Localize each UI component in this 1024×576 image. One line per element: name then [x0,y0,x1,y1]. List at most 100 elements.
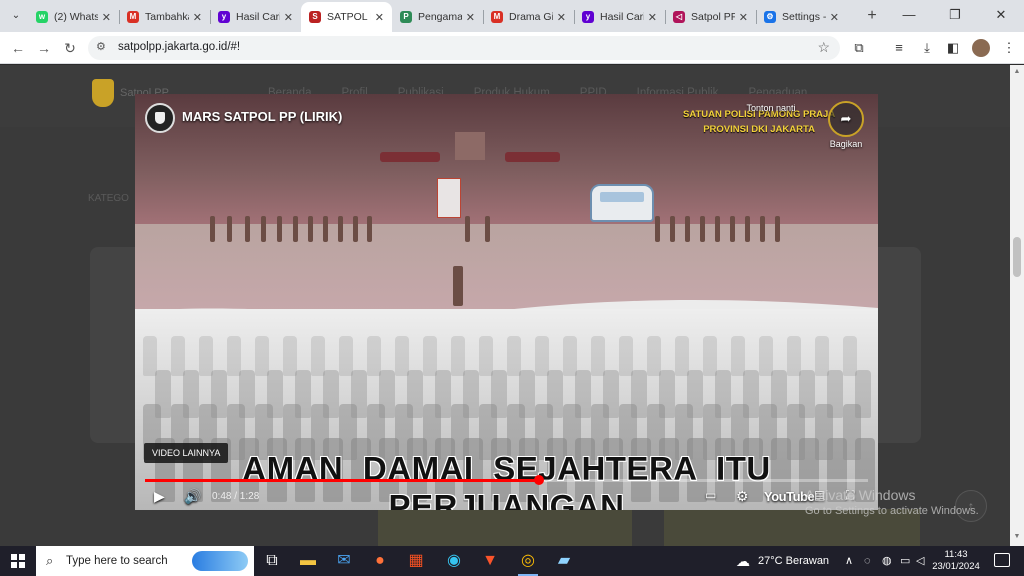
clock-time: 11:43 [944,549,968,560]
browser-tab[interactable]: ⚙ Settings - ✕ [756,2,847,32]
scroll-thumb[interactable] [1013,237,1021,277]
video-title[interactable]: MARS SATPOL PP (LIRIK) [182,109,342,124]
tab-favicon-icon: y [582,11,594,23]
tray-chevron-icon[interactable]: ∧ [845,546,853,576]
browser-tab[interactable]: S SATPOL P ✕ [301,2,392,32]
system-clock[interactable]: 11:43 23/01/2024 [930,549,982,573]
notification-icon[interactable] [994,553,1010,567]
side-panel-icon[interactable]: ◧ [944,39,962,57]
volume-tray-icon[interactable]: ◁ [916,546,924,576]
firefox-icon[interactable]: ● [362,546,398,576]
soldier-figure [227,216,232,242]
clock-date: 23/01/2024 [932,561,980,572]
settings-gear-icon[interactable]: ⚙ [736,488,749,505]
troop-figure [339,336,353,376]
forward-button[interactable]: → [34,38,54,58]
browser-tab[interactable]: M Tambahka ✕ [119,2,210,32]
downloads-icon[interactable]: ⤓ [918,39,936,57]
browser-tab[interactable]: w (2) Whats ✕ [28,2,119,32]
troop-figure [731,336,745,376]
troop-figure [367,336,381,376]
app-icon[interactable]: ▰ [546,546,582,576]
media-control-icon[interactable]: ≡ [890,39,908,57]
search-icon: ⌕ [46,553,54,568]
battery-icon[interactable]: ▭ [900,546,910,576]
menu-icon[interactable]: ⋮ [1000,39,1018,57]
troop-figure [479,336,493,376]
tab-search-button[interactable]: ⌄ [6,6,26,26]
channel-logo[interactable] [145,103,175,133]
extensions-icon[interactable]: ⧉ [850,39,868,57]
store-icon[interactable]: ▦ [398,546,434,576]
mail-icon[interactable]: ✉ [326,546,362,576]
page-scrollbar[interactable]: ▲ ▼ [1010,65,1024,546]
browser-tab[interactable]: P Pengama ✕ [392,2,483,32]
browser-toolbar: ← → ↻ ⚙ satpolpp.jakarta.go.id/#! ☆ ⧉ ≡ … [0,32,1024,64]
edge-icon[interactable]: ◉ [436,546,472,576]
profile-avatar[interactable] [972,39,990,57]
scroll-down-arrow[interactable]: ▼ [1012,533,1022,540]
troop-figure [815,336,829,376]
location-icon[interactable]: ◍ [882,546,892,576]
browser-tab[interactable]: y Hasil Cari ✕ [574,2,665,32]
brave-icon[interactable]: ▼ [472,546,508,576]
site-info-icon[interactable]: ⚙ [96,40,106,53]
subtitles-icon[interactable]: ▭ [705,488,716,502]
video-progress-bar[interactable] [145,475,868,485]
tab-close-icon[interactable]: ✕ [193,11,202,24]
troop-figure [507,336,521,376]
play-icon[interactable]: ▶ [154,488,165,505]
soldier-figure [685,216,690,242]
soldier-figure [323,216,328,242]
soldier-figure [670,216,675,242]
tab-close-icon[interactable]: ✕ [102,11,111,24]
browser-tab[interactable]: ◁ Satpol PP ✕ [665,2,756,32]
browser-tab[interactable]: M Drama Gi ✕ [483,2,574,32]
tab-close-icon[interactable]: ✕ [830,11,839,24]
start-button[interactable] [0,546,36,576]
tab-favicon-icon: M [127,11,139,23]
new-tab-button[interactable]: + [862,6,882,26]
network-icon[interactable]: ◌ [864,546,871,576]
troop-figure [647,336,661,376]
tab-title: Hasil Cari [600,11,644,23]
tab-close-icon[interactable]: ✕ [648,11,657,24]
task-view-icon[interactable]: ⧉ [254,546,290,576]
tab-close-icon[interactable]: ✕ [557,11,566,24]
tab-close-icon[interactable]: ✕ [739,11,748,24]
volume-icon[interactable]: 🔊 [184,488,201,505]
troop-figure [311,336,325,376]
minimize-button[interactable]: — [886,0,932,32]
weather-icon[interactable]: ☁ [736,546,750,576]
scroll-up-arrow[interactable]: ▲ [1012,68,1022,75]
troop-figure [143,336,157,376]
reload-button[interactable]: ↻ [60,38,80,58]
troop-figure [563,336,577,376]
weather-text[interactable]: 27°C Berawan [758,546,829,576]
site-logo[interactable] [92,79,114,107]
file-explorer-icon[interactable]: ▬ [290,546,326,576]
troop-figure [703,336,717,376]
share-button[interactable]: ➦ Bagikan [823,101,869,149]
troop-figure [759,336,773,376]
tab-close-icon[interactable]: ✕ [466,11,475,24]
troop-figure [535,336,549,376]
chrome-icon[interactable]: ◎ [510,546,546,576]
tab-close-icon[interactable]: ✕ [375,11,384,24]
tab-title: Pengama [418,11,462,23]
close-window-button[interactable]: ✕ [978,0,1024,32]
tab-title: Hasil Cari [236,11,280,23]
tab-title: Drama Gi [509,11,553,23]
thumbnail-strip[interactable] [378,509,632,546]
back-button[interactable]: ← [8,38,28,58]
video-player[interactable]: MARS SATPOL PP (LIRIK) SATUAN POLISI PAM… [135,94,878,510]
taskbar-search[interactable]: ⌕ Type here to search [36,546,254,576]
address-bar[interactable]: ⚙ satpolpp.jakarta.go.id/#! ☆ [88,36,840,60]
bookmark-star-icon[interactable]: ☆ [817,39,830,56]
tab-close-icon[interactable]: ✕ [284,11,293,24]
watch-later-button[interactable]: Tonton nanti [741,103,801,113]
browser-tab[interactable]: y Hasil Cari ✕ [210,2,301,32]
troop-figure [591,336,605,376]
soldier-figure [760,216,765,242]
restore-button[interactable]: ❐ [932,0,978,32]
